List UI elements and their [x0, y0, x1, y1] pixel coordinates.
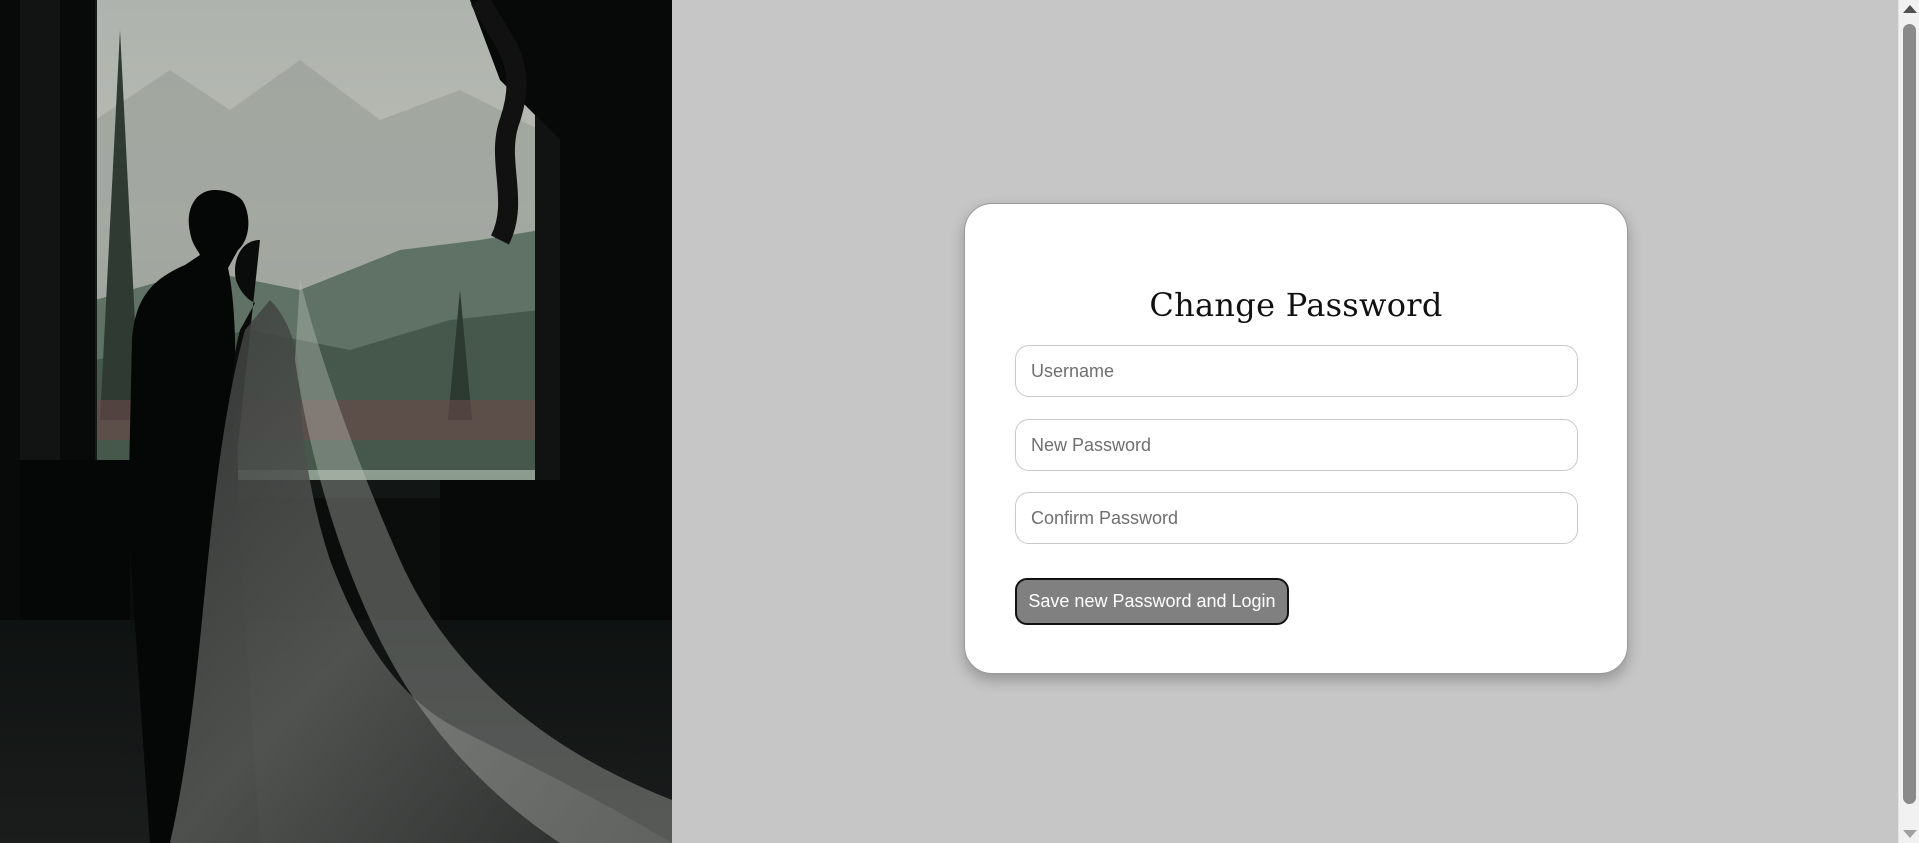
page: Change Password Save new Password and Lo…	[0, 0, 1919, 843]
hero-image	[0, 0, 672, 843]
confirm-password-input[interactable]	[1015, 492, 1578, 544]
wedding-photo-illustration	[0, 0, 672, 843]
scroll-down-arrow-icon[interactable]	[1903, 830, 1917, 838]
username-input[interactable]	[1015, 345, 1578, 397]
save-password-and-login-button[interactable]: Save new Password and Login	[1015, 578, 1289, 625]
scroll-up-arrow-icon[interactable]	[1903, 5, 1917, 13]
main-content: Change Password Save new Password and Lo…	[672, 0, 1898, 843]
new-password-input[interactable]	[1015, 419, 1578, 471]
scrollbar-thumb[interactable]	[1903, 24, 1916, 804]
change-password-card: Change Password Save new Password and Lo…	[964, 203, 1628, 674]
vertical-scrollbar[interactable]	[1898, 0, 1919, 843]
page-title: Change Password	[1149, 286, 1443, 324]
